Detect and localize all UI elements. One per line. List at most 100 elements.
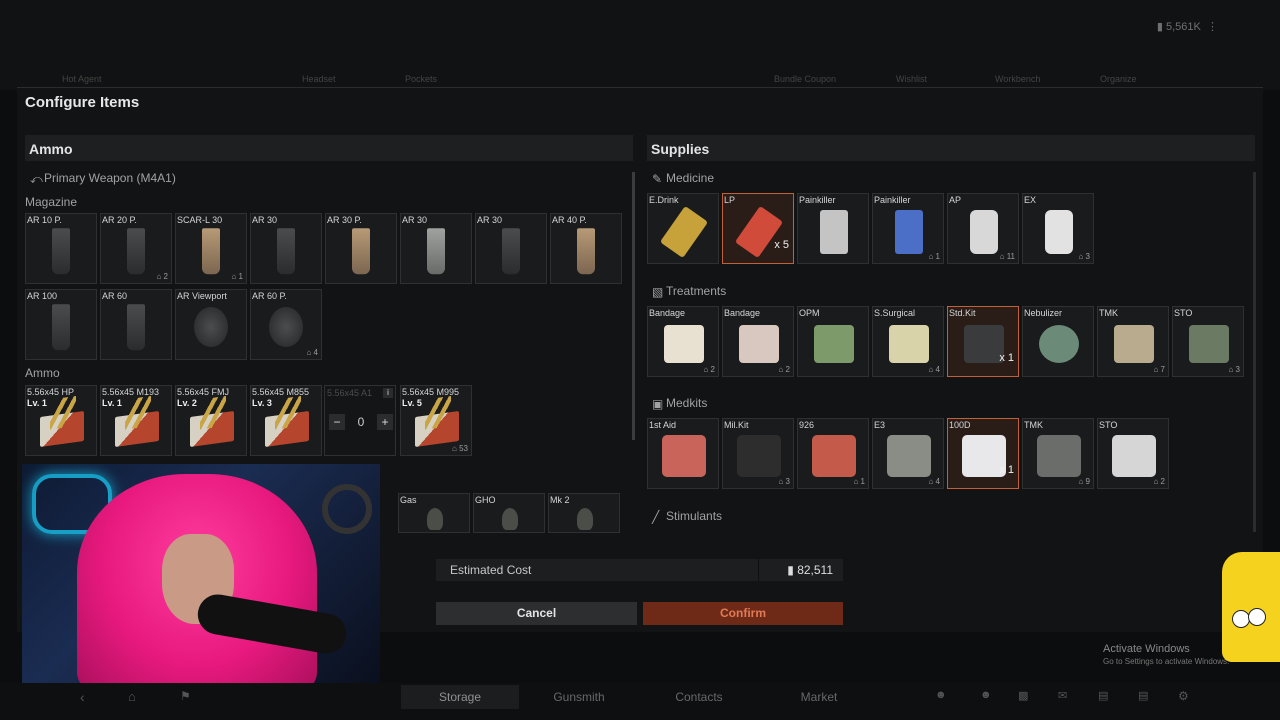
tab-contacts[interactable]: Contacts [640, 685, 758, 709]
grenade-icon [502, 508, 518, 530]
medkit-slot[interactable]: 100D x 1 [947, 418, 1019, 489]
friends-icon[interactable]: ☻ [935, 689, 947, 701]
medkit-slot[interactable]: 926 ⌂ 1 [797, 418, 869, 489]
grenade-slot[interactable]: Mk 2 [548, 493, 620, 533]
home-icon[interactable]: ⌂ [128, 689, 136, 704]
magazine-slot[interactable]: AR 30 P. [325, 213, 397, 284]
magazine-slot[interactable]: AR Viewport [175, 289, 247, 360]
grenade-slot[interactable]: Gas [398, 493, 470, 533]
ammo-slot[interactable]: 5.56x45 HP Lv. 1 [25, 385, 97, 456]
slot-label: Bandage [649, 308, 686, 318]
tab-gunsmith[interactable]: Gunsmith [520, 685, 638, 709]
treatment-slot[interactable]: TMK ⌂ 7 [1097, 306, 1169, 377]
magazine-slot[interactable]: AR 100 [25, 289, 97, 360]
slot-count: 2 [163, 272, 168, 281]
mail-icon[interactable]: ✉ [1058, 689, 1067, 702]
magazine-slot[interactable]: AR 10 P. [25, 213, 97, 284]
gear-icon[interactable]: ⚙ [1178, 689, 1189, 703]
slot-label: EX [1024, 195, 1037, 205]
medkit-slot[interactable]: STO ⌂ 2 [1097, 418, 1169, 489]
ammo-slot[interactable]: 5.56x45 FMJ Lv. 2 [175, 385, 247, 456]
treatment-slot[interactable]: STO ⌂ 3 [1172, 306, 1244, 377]
magazine-slot[interactable]: AR 30 [250, 213, 322, 284]
ammo-box-icon [40, 410, 84, 448]
supplies-scrollbar[interactable] [1253, 172, 1256, 532]
medicine-slot[interactable]: AP ⌂ 11 [947, 193, 1019, 264]
magazine-slot[interactable]: AR 60 P. ⌂ 4 [250, 289, 322, 360]
ammo-quantity-stepper[interactable]: 5.56x45 A1 i − 0 + [324, 385, 396, 456]
treatment-icon [814, 325, 854, 363]
treatment-slot[interactable]: Std.Kit x 1 [947, 306, 1019, 377]
slot-label: AR 60 [102, 291, 128, 301]
ammo-slot[interactable]: 5.56x45 M995 Lv. 5 ⌂ 53 [400, 385, 472, 456]
treatment-icon: ▧ [652, 285, 664, 299]
bg-tab: Workbench [995, 74, 1041, 84]
medicine-slot[interactable]: LP x 5 [722, 193, 794, 264]
medkits-label-text: Medkits [666, 396, 708, 410]
ammo-box-icon [415, 410, 459, 448]
treatment-icon [1189, 325, 1229, 363]
webcam-overlay [22, 464, 380, 685]
ammo-panel-header: Ammo [25, 135, 633, 161]
slot-label: 5.56x45 M995 [402, 387, 460, 397]
medkit-slot[interactable]: Mil.Kit ⌂ 3 [722, 418, 794, 489]
magazine-slot[interactable]: AR 30 [400, 213, 472, 284]
slot-owned-count: ⌂ 9 [1078, 477, 1090, 486]
magazine-slot[interactable]: AR 30 [475, 213, 547, 284]
tab-market[interactable]: Market [760, 685, 878, 709]
slot-count: 1 [860, 477, 865, 486]
slot-label: 5.56x45 M855 [252, 387, 310, 397]
treatment-slot[interactable]: Nebulizer [1022, 306, 1094, 377]
slot-label: STO [1099, 420, 1118, 430]
medicine-icon [820, 210, 848, 254]
increment-button[interactable]: + [377, 414, 393, 430]
slot-label: 5.56x45 M193 [102, 387, 160, 397]
bg-tab: Headset [302, 74, 336, 84]
party-icon[interactable]: ☻ [980, 689, 992, 701]
ammo-slot[interactable]: 5.56x45 M193 Lv. 1 [100, 385, 172, 456]
decrement-button[interactable]: − [329, 414, 345, 430]
flag-icon[interactable]: ⚑ [180, 689, 191, 703]
info-icon[interactable]: i [383, 388, 393, 398]
slot-count: 53 [459, 444, 468, 453]
medkit-icon [1112, 435, 1156, 477]
medkit-slot[interactable]: TMK ⌂ 9 [1022, 418, 1094, 489]
bg-tab: Pockets [405, 74, 438, 84]
medkit-slot[interactable]: 1st Aid [647, 418, 719, 489]
treatments-label: ▧ Treatments [652, 284, 726, 299]
magazine-slot[interactable]: SCAR-L 30 ⌂ 1 [175, 213, 247, 284]
medkit-slot[interactable]: E3 ⌂ 4 [872, 418, 944, 489]
medicine-slot[interactable]: E.Drink [647, 193, 719, 264]
cancel-button[interactable]: Cancel [436, 602, 637, 625]
magazine-slot[interactable]: AR 40 P. [550, 213, 622, 284]
slot-label: LP [724, 195, 736, 205]
doc-icon[interactable]: ▤ [1138, 689, 1148, 702]
treatment-slot[interactable]: S.Surgical ⌂ 4 [872, 306, 944, 377]
back-icon[interactable]: ‹ [80, 689, 85, 705]
slot-level: Lv. 2 [177, 398, 197, 408]
magazine-icon [352, 227, 370, 274]
treatment-slot[interactable]: Bandage ⌂ 2 [722, 306, 794, 377]
slot-owned-count: ⌂ 1 [928, 252, 940, 261]
slot-label: Bandage [724, 308, 761, 318]
magazine-slot[interactable]: AR 60 [100, 289, 172, 360]
medicine-slot[interactable]: EX ⌂ 3 [1022, 193, 1094, 264]
magazine-slot[interactable]: AR 20 P. ⌂ 2 [100, 213, 172, 284]
slot-count: 2 [710, 365, 715, 374]
chat-icon[interactable]: ▩ [1018, 689, 1028, 702]
shop-icon[interactable]: ▤ [1098, 689, 1108, 702]
medicine-slot[interactable]: Painkiller [797, 193, 869, 264]
grenade-slot[interactable]: GHO [473, 493, 545, 533]
magazine-icon [427, 227, 445, 274]
slot-count: 3 [1085, 252, 1090, 261]
medicine-slot[interactable]: Painkiller ⌂ 1 [872, 193, 944, 264]
currency-icon: ▮ [787, 563, 794, 577]
treatment-slot[interactable]: OPM [797, 306, 869, 377]
confirm-button[interactable]: Confirm [643, 602, 843, 625]
ammo-scrollbar[interactable] [632, 172, 635, 440]
ammo-slot[interactable]: 5.56x45 M855 Lv. 3 [250, 385, 322, 456]
slot-label: AR 30 [477, 215, 503, 225]
slot-quantity: x 1 [999, 352, 1014, 364]
tab-storage[interactable]: Storage [401, 685, 519, 709]
treatment-slot[interactable]: Bandage ⌂ 2 [647, 306, 719, 377]
